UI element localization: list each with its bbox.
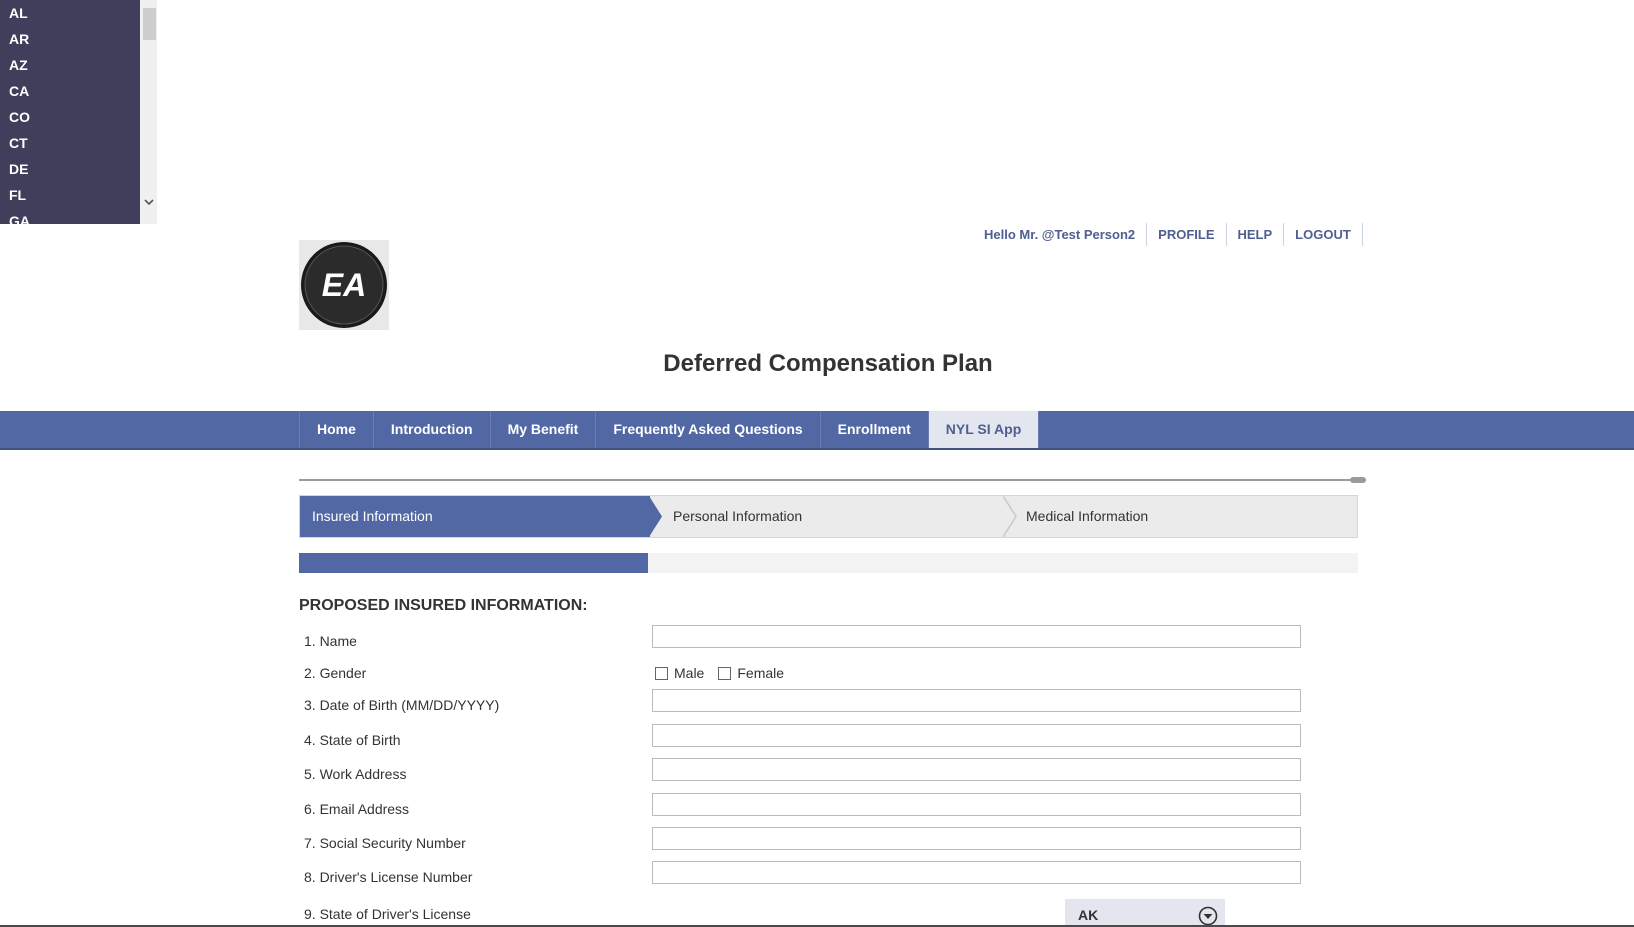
state-option-ar[interactable]: AR [0,26,140,52]
profile-link[interactable]: PROFILE [1147,223,1227,246]
progress-fill [299,553,649,573]
email-label: 6. Email Address [304,801,410,817]
tab-enrollment[interactable]: Enrollment [821,411,929,448]
step-medical-information[interactable]: Medical Information [1003,496,1353,537]
license-state-value: AK [1078,907,1099,923]
state-of-birth-input[interactable] [652,724,1301,747]
license-label: 8. Driver's License Number [304,869,473,885]
tab-my-benefit[interactable]: My Benefit [491,411,597,448]
tab-nyl-si-app[interactable]: NYL SI App [928,411,1040,448]
user-links: Hello Mr. @Test Person2 PROFILE HELP LOG… [975,223,1363,246]
state-option-de[interactable]: DE [0,156,140,182]
state-of-birth-label: 4. State of Birth [304,732,401,748]
tab-faq[interactable]: Frequently Asked Questions [596,411,821,448]
divider [299,479,1359,481]
tab-introduction[interactable]: Introduction [374,411,491,448]
dropdown-scrollbar[interactable] [140,0,157,224]
step-personal-information[interactable]: Personal Information [650,496,1000,537]
tab-home[interactable]: Home [300,411,374,448]
help-link[interactable]: HELP [1227,223,1285,246]
work-address-label: 5. Work Address [304,766,407,782]
state-option-ca[interactable]: CA [0,78,140,104]
progress-bar [299,553,1358,573]
dob-label: 3. Date of Birth (MM/DD/YYYY) [304,697,500,713]
state-option-al[interactable]: AL [0,0,140,26]
male-checkbox[interactable] [655,666,668,680]
name-input[interactable] [652,625,1301,648]
dob-input[interactable] [652,689,1301,712]
work-address-input[interactable] [652,758,1301,781]
state-option-fl[interactable]: FL [0,182,140,208]
chevron-down-icon[interactable] [143,196,155,208]
license-state-label: 9. State of Driver's License [304,906,471,922]
step-indicator: Insured Information Personal Information… [299,495,1358,538]
state-option-ct[interactable]: CT [0,130,140,156]
page-title: Deferred Compensation Plan [663,350,993,377]
state-option-ga[interactable]: GA [0,208,140,224]
female-label: Female [737,665,785,681]
state-dropdown-list[interactable]: AL AR AZ CA CO CT DE FL GA [0,0,140,224]
license-state-select[interactable]: AK [1065,899,1225,927]
gender-label: 2. Gender [304,665,367,681]
ssn-input[interactable] [652,827,1301,850]
state-option-co[interactable]: CO [0,104,140,130]
logo-text: EA [322,267,366,303]
greeting-text: Hello Mr. @Test Person2 [975,223,1148,246]
divider-knob [1350,477,1366,483]
ssn-label: 7. Social Security Number [304,835,466,851]
section-title: PROPOSED INSURED INFORMATION: [299,597,588,614]
male-label: Male [674,665,705,681]
logout-link[interactable]: LOGOUT [1284,223,1363,246]
company-logo: EA [299,240,389,330]
female-checkbox[interactable] [718,666,732,680]
dropdown-arrow-icon[interactable] [1198,906,1218,926]
name-label: 1. Name [304,633,357,649]
scrollbar-thumb[interactable] [143,8,156,40]
main-nav: Home Introduction My Benefit Frequently … [0,411,1634,450]
email-input[interactable] [652,793,1301,816]
state-option-az[interactable]: AZ [0,52,140,78]
step-insured-information[interactable]: Insured Information [300,496,650,537]
license-input[interactable] [652,861,1301,884]
